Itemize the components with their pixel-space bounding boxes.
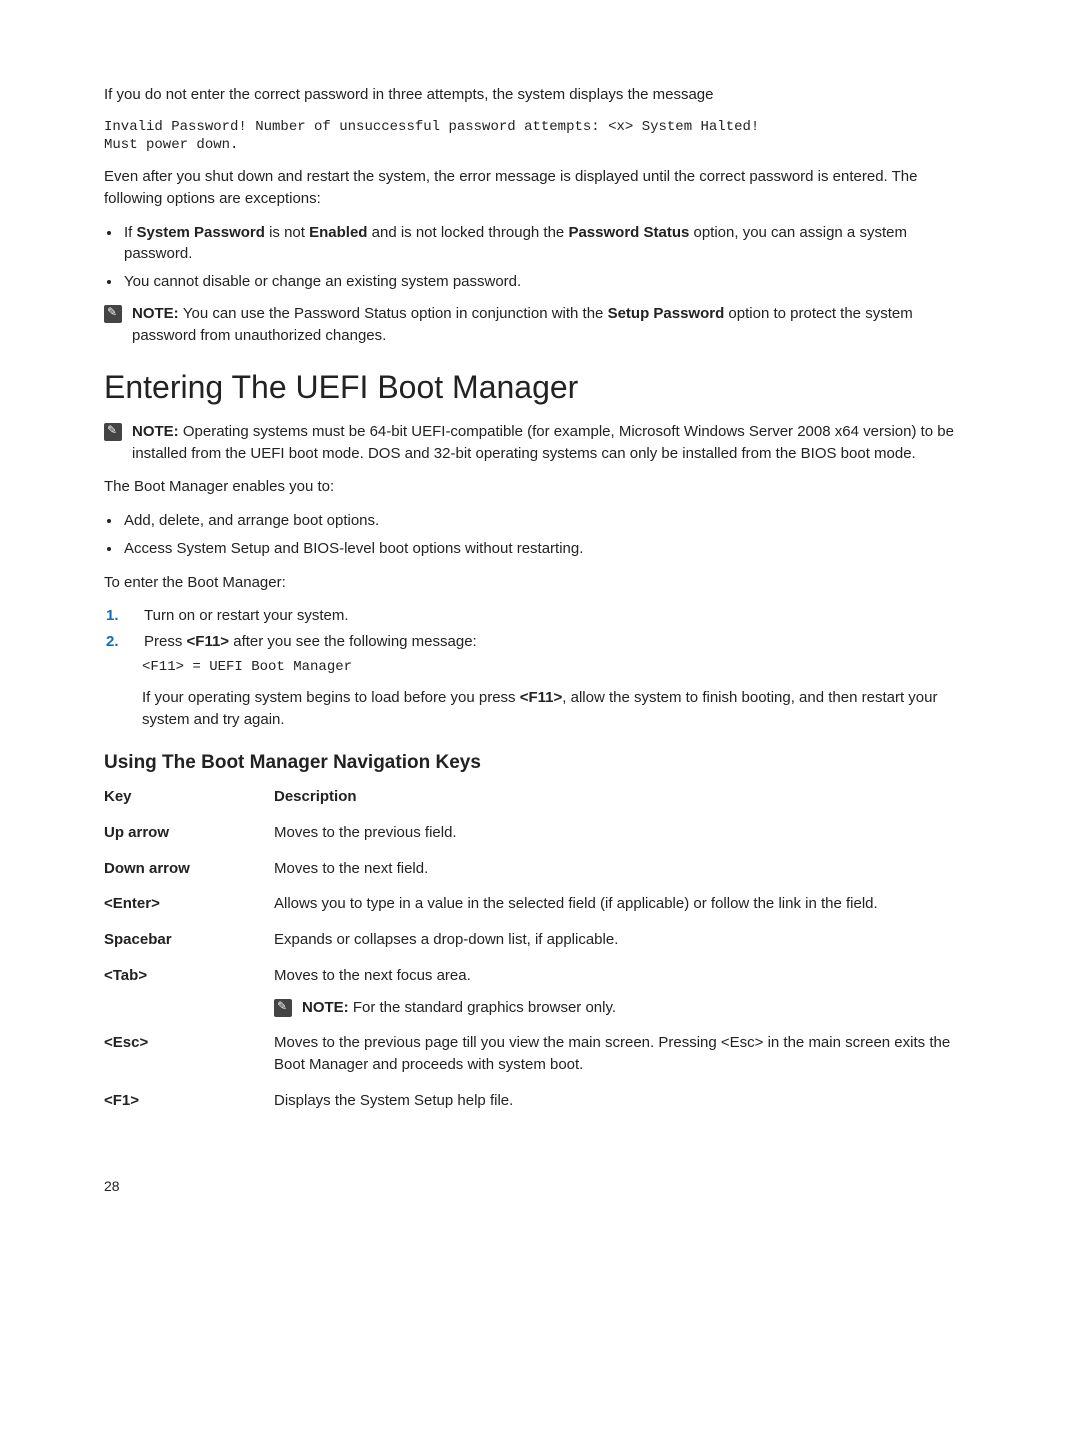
paragraph: If you do not enter the correct password… bbox=[104, 84, 976, 106]
pencil-icon bbox=[274, 999, 292, 1017]
pencil-icon bbox=[104, 423, 122, 441]
code-block: Invalid Password! Number of unsuccessful… bbox=[104, 118, 976, 154]
table-desc: Moves to the previous field. bbox=[274, 822, 976, 844]
table-desc: Moves to the previous page till you view… bbox=[274, 1032, 976, 1076]
table-header-key: Key bbox=[104, 786, 274, 808]
table-key: <F1> bbox=[104, 1090, 274, 1112]
note: NOTE: You can use the Password Status op… bbox=[104, 303, 976, 347]
bullet-list: Add, delete, and arrange boot options. A… bbox=[122, 510, 976, 560]
bullet-list: If System Password is not Enabled and is… bbox=[122, 222, 976, 293]
list-item: Access System Setup and BIOS-level boot … bbox=[122, 538, 976, 560]
table-desc: Moves to the next field. bbox=[274, 858, 976, 880]
pencil-icon bbox=[104, 305, 122, 323]
code-line: <F11> = UEFI Boot Manager bbox=[104, 657, 976, 677]
table-key: <Enter> bbox=[104, 893, 274, 915]
heading-nav-keys: Using The Boot Manager Navigation Keys bbox=[104, 749, 976, 777]
table-key: <Esc> bbox=[104, 1032, 274, 1076]
table-desc: Moves to the next focus area. NOTE: For … bbox=[274, 965, 976, 1019]
step-text: Press <F11> after you see the following … bbox=[144, 631, 976, 653]
note: NOTE: Operating systems must be 64-bit U… bbox=[104, 421, 976, 465]
step-number: 2. bbox=[106, 631, 144, 653]
step-text: Turn on or restart your system. bbox=[144, 605, 976, 627]
document-page: If you do not enter the correct password… bbox=[0, 0, 1080, 1220]
table-desc: Allows you to type in a value in the sel… bbox=[274, 893, 976, 915]
heading-uefi-boot-manager: Entering The UEFI Boot Manager bbox=[104, 364, 976, 410]
key-description-table: Key Description Up arrow Moves to the pr… bbox=[104, 786, 976, 1112]
paragraph: The Boot Manager enables you to: bbox=[104, 476, 976, 498]
table-key: <Tab> bbox=[104, 965, 274, 1019]
paragraph: To enter the Boot Manager: bbox=[104, 572, 976, 594]
step-number: 1. bbox=[106, 605, 144, 627]
ordered-steps: 1. Turn on or restart your system. 2. Pr… bbox=[104, 605, 976, 653]
list-item: Add, delete, and arrange boot options. bbox=[122, 510, 976, 532]
table-key: Spacebar bbox=[104, 929, 274, 951]
table-key: Down arrow bbox=[104, 858, 274, 880]
table-desc: Displays the System Setup help file. bbox=[274, 1090, 976, 1112]
paragraph: Even after you shut down and restart the… bbox=[104, 166, 976, 210]
table-key: Up arrow bbox=[104, 822, 274, 844]
table-desc: Expands or collapses a drop-down list, i… bbox=[274, 929, 976, 951]
table-header-description: Description bbox=[274, 786, 976, 808]
list-item: You cannot disable or change an existing… bbox=[122, 271, 976, 293]
page-number: 28 bbox=[104, 1176, 976, 1196]
paragraph: If your operating system begins to load … bbox=[104, 687, 976, 731]
list-item: If System Password is not Enabled and is… bbox=[122, 222, 976, 266]
